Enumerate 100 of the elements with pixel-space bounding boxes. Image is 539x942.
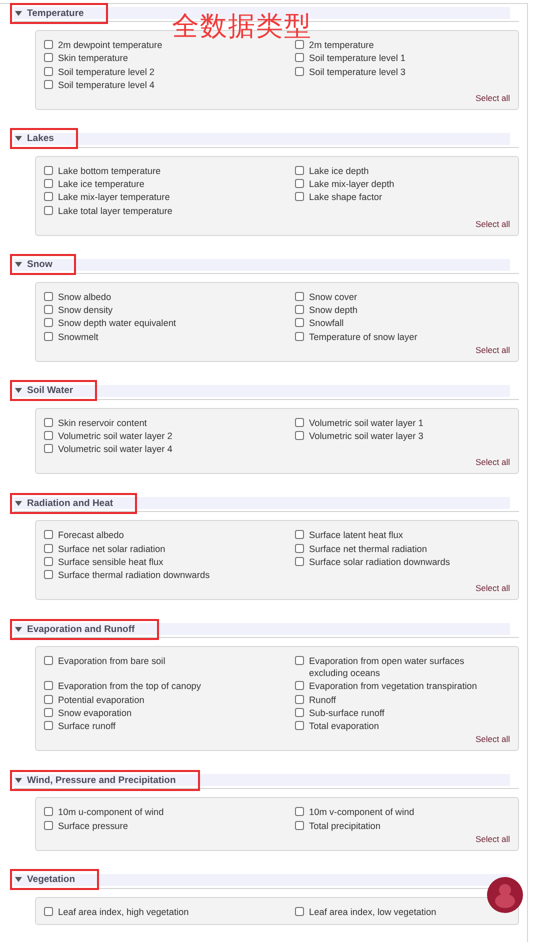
select-all-link[interactable]: Select all	[476, 218, 510, 229]
checkbox-label[interactable]: Surface net thermal radiation	[309, 542, 427, 555]
checkbox[interactable]	[295, 721, 304, 730]
checkbox[interactable]	[295, 694, 304, 704]
checkbox-label[interactable]: Soil temperature level 4	[58, 78, 155, 91]
checkbox[interactable]	[295, 807, 304, 816]
checkbox-label[interactable]: Surface runoff	[58, 720, 116, 732]
checkbox[interactable]	[44, 906, 53, 916]
checkbox-label[interactable]: Snow density	[58, 304, 113, 316]
checkbox[interactable]	[295, 906, 304, 916]
checkbox[interactable]	[295, 544, 304, 553]
checkbox-label[interactable]: Snowmelt	[58, 330, 98, 343]
collapse-triangle-icon[interactable]	[15, 877, 22, 882]
collapse-triangle-icon[interactable]	[15, 388, 22, 394]
checkbox-label[interactable]: Evaporation from the top of canopy	[58, 680, 202, 692]
checkbox-label[interactable]: Potential evaporation	[58, 694, 144, 706]
checkbox[interactable]	[44, 192, 53, 202]
checkbox[interactable]	[295, 53, 304, 62]
checkbox[interactable]	[44, 80, 53, 89]
checkbox-label[interactable]: 10m v-component of wind	[309, 806, 414, 818]
checkbox-label[interactable]: Surface pressure	[58, 820, 128, 832]
checkbox-label[interactable]: Volumetric soil water layer 3	[309, 430, 424, 442]
collapse-triangle-icon[interactable]	[15, 500, 22, 506]
checkbox[interactable]	[295, 292, 304, 301]
checkbox[interactable]	[44, 694, 53, 704]
checkbox[interactable]	[44, 544, 53, 553]
checkbox[interactable]	[44, 820, 53, 830]
checkbox[interactable]	[295, 681, 304, 690]
checkbox[interactable]	[44, 708, 53, 718]
checkbox-label[interactable]: Forecast albedo	[58, 529, 124, 542]
checkbox[interactable]	[295, 192, 304, 202]
avatar-icon[interactable]	[487, 877, 523, 913]
checkbox[interactable]	[44, 40, 53, 49]
collapse-triangle-icon[interactable]	[15, 778, 22, 783]
checkbox[interactable]	[295, 820, 304, 830]
checkbox-label[interactable]: Snow evaporation	[58, 707, 132, 720]
checkbox-label[interactable]: Evaporation from open water surfaces excluding oceans	[309, 655, 489, 680]
checkbox-label[interactable]: Lake ice depth	[309, 164, 369, 177]
checkbox-label[interactable]: Lake total layer temperature	[58, 204, 172, 217]
select-all-link[interactable]: Select all	[476, 734, 510, 744]
checkbox[interactable]	[295, 556, 304, 566]
checkbox[interactable]	[44, 681, 53, 690]
checkbox[interactable]	[295, 66, 304, 76]
checkbox-label[interactable]: 2m temperature	[309, 39, 374, 51]
checkbox[interactable]	[44, 332, 53, 341]
checkbox-label[interactable]: Surface latent heat flux	[309, 529, 403, 542]
select-all-link[interactable]: Select all	[476, 92, 510, 103]
checkbox-label[interactable]: Sub-surface runoff	[309, 707, 384, 720]
collapse-triangle-icon[interactable]	[15, 262, 22, 268]
select-all-link[interactable]: Select all	[476, 834, 510, 844]
checkbox-label[interactable]: Surface thermal radiation downwards	[58, 569, 210, 582]
checkbox[interactable]	[44, 166, 53, 175]
checkbox[interactable]	[295, 332, 304, 341]
checkbox[interactable]	[44, 721, 53, 730]
checkbox-label[interactable]: Skin temperature	[58, 52, 128, 64]
checkbox-label[interactable]: Snow depth	[309, 304, 358, 316]
checkbox[interactable]	[44, 179, 53, 188]
select-all-link[interactable]: Select all	[476, 583, 510, 594]
section-title[interactable]: Snow	[27, 259, 52, 270]
checkbox-label[interactable]: Surface net solar radiation	[58, 542, 166, 555]
checkbox-label[interactable]: Lake mix-layer temperature	[58, 191, 170, 204]
checkbox[interactable]	[295, 166, 304, 175]
checkbox-label[interactable]: Temperature of snow layer	[309, 330, 418, 343]
checkbox[interactable]	[295, 418, 304, 427]
checkbox-label[interactable]: Total evaporation	[309, 720, 379, 732]
checkbox-label[interactable]: Surface sensible heat flux	[58, 556, 164, 568]
select-all-link[interactable]: Select all	[476, 457, 510, 468]
checkbox-label[interactable]: Runoff	[309, 694, 336, 706]
checkbox-label[interactable]: Lake bottom temperature	[58, 164, 161, 177]
collapse-triangle-icon[interactable]	[15, 626, 22, 632]
checkbox-label[interactable]: Evaporation from vegetation transpiration	[309, 680, 478, 692]
checkbox[interactable]	[44, 305, 53, 314]
checkbox[interactable]	[44, 444, 53, 454]
checkbox[interactable]	[44, 530, 53, 540]
section-title[interactable]: Radiation and Heat	[27, 498, 114, 509]
checkbox[interactable]	[295, 318, 304, 328]
checkbox-label[interactable]: Soil temperature level 1	[309, 52, 406, 64]
checkbox[interactable]	[295, 430, 304, 440]
checkbox-label[interactable]: Snow albedo	[58, 290, 112, 303]
checkbox-label[interactable]: Volumetric soil water layer 2	[58, 430, 172, 442]
checkbox[interactable]	[44, 570, 53, 580]
section-title[interactable]: Soil Water	[27, 385, 74, 396]
checkbox[interactable]	[44, 418, 53, 427]
checkbox[interactable]	[295, 530, 304, 540]
collapse-triangle-icon[interactable]	[15, 136, 22, 142]
checkbox-label[interactable]: 10m u-component of wind	[58, 806, 164, 818]
checkbox[interactable]	[295, 305, 304, 314]
checkbox-label[interactable]: Evaporation from bare soil	[58, 655, 166, 668]
checkbox[interactable]	[44, 430, 53, 440]
checkbox[interactable]	[295, 179, 304, 188]
checkbox[interactable]	[295, 40, 304, 49]
checkbox-label[interactable]: Leaf area index, high vegetation	[58, 906, 189, 918]
checkbox-label[interactable]: Soil temperature level 3	[309, 66, 406, 78]
checkbox[interactable]	[44, 556, 53, 566]
checkbox-label[interactable]: Lake mix-layer depth	[309, 178, 394, 190]
checkbox-label[interactable]: Soil temperature level 2	[58, 66, 155, 78]
checkbox[interactable]	[44, 53, 53, 62]
checkbox[interactable]	[44, 656, 53, 666]
checkbox-label[interactable]: Lake shape factor	[309, 191, 382, 204]
section-title[interactable]: Temperature	[27, 8, 84, 18]
